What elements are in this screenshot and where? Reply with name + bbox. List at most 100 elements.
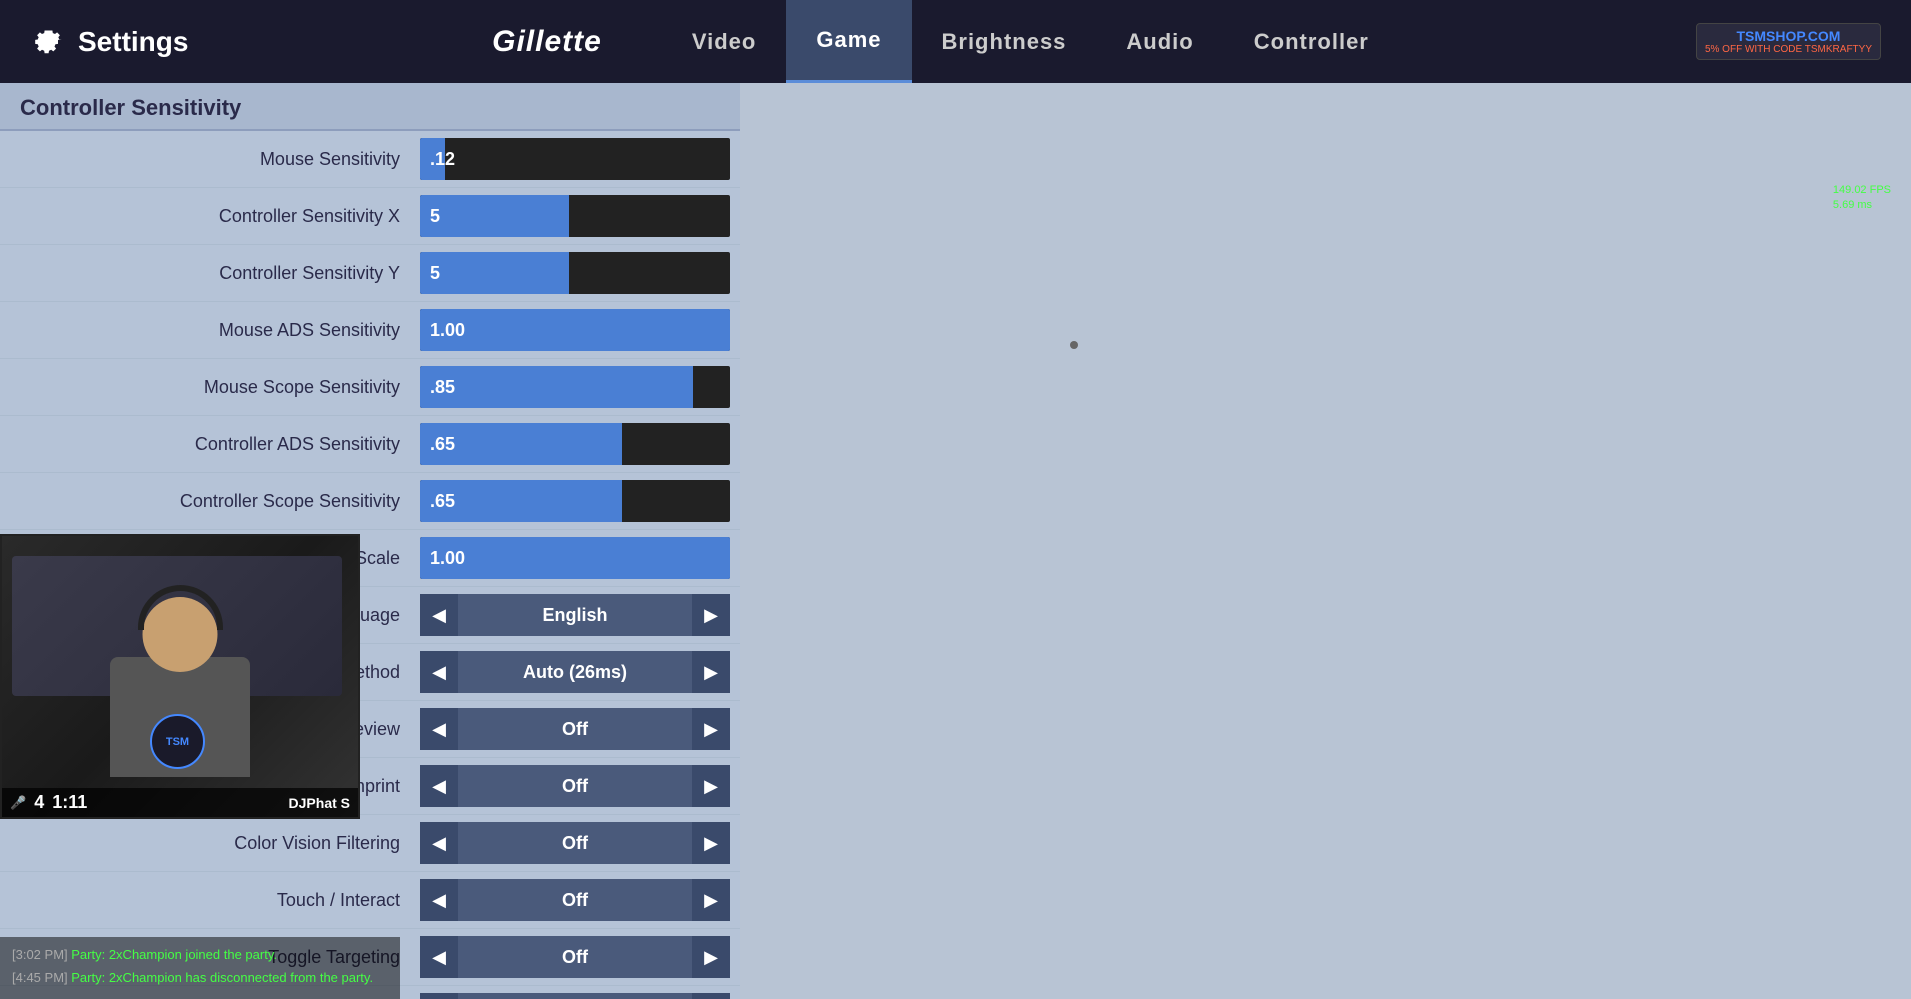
slider-container[interactable]: .65 (420, 423, 730, 465)
settings-row: Color Vision Filtering◀Off▶ (0, 815, 740, 872)
selector-container: ◀Off▶ (420, 765, 730, 807)
selector-next-button[interactable]: ▶ (692, 822, 730, 864)
webcam-info-bar: 🎤 4 1:11 DJPhat S (2, 788, 358, 817)
cursor-dot (1070, 341, 1078, 349)
webcam-timer: 1:11 (52, 792, 87, 813)
selector-prev-button[interactable]: ◀ (420, 879, 458, 921)
selector-prev-button[interactable]: ◀ (420, 594, 458, 636)
nav-game[interactable]: Game (786, 0, 911, 83)
slider-fill: .12 (420, 138, 445, 180)
selector-value: Off (458, 879, 692, 921)
selector-container: ◀Off▶ (420, 936, 730, 978)
selector-value: Off (458, 822, 692, 864)
selector-next-button[interactable]: ▶ (692, 765, 730, 807)
nav-audio[interactable]: Audio (1096, 0, 1223, 83)
chat-overlay: [3:02 PM] Party: 2xChampion joined the p… (0, 937, 400, 999)
selector-prev-button[interactable]: ◀ (420, 993, 458, 999)
settings-row-label: Controller ADS Sensitivity (10, 434, 420, 455)
main-nav: Gillette Video Game Brightness Audio Con… (230, 0, 1661, 83)
settings-row: Mouse ADS Sensitivity1.00 (0, 302, 740, 359)
selector-prev-button[interactable]: ◀ (420, 708, 458, 750)
selector-container: ◀On▶ (420, 993, 730, 999)
settings-row-label: Color Vision Filtering (10, 833, 420, 854)
selector-next-button[interactable]: ▶ (692, 879, 730, 921)
nav-controller[interactable]: Controller (1224, 0, 1399, 83)
chat-message-1: [3:02 PM] Party: 2xChampion joined the p… (12, 945, 388, 966)
slider-fill: .65 (420, 423, 622, 465)
squad-number: 4 (34, 792, 44, 813)
slider-container[interactable]: .85 (420, 366, 730, 408)
selector-next-button[interactable]: ▶ (692, 594, 730, 636)
slider-fill: 5 (420, 252, 569, 294)
settings-row-label: Controller Scope Sensitivity (10, 491, 420, 512)
settings-row-label: Mouse Sensitivity (10, 149, 420, 170)
selector-next-button[interactable]: ▶ (692, 651, 730, 693)
slider-container[interactable]: 5 (420, 252, 730, 294)
settings-row: Controller Sensitivity X5 (0, 188, 740, 245)
selector-container: ◀Off▶ (420, 708, 730, 750)
slider-container[interactable]: 1.00 (420, 309, 730, 351)
shop-code: 5% OFF WITH CODE TSMKRAFTYY (1705, 44, 1872, 55)
settings-row: Controller Scope Sensitivity.65 (0, 473, 740, 530)
slider-container[interactable]: 1.00 (420, 537, 730, 579)
shop-name: TSMSHOP.COM (1705, 28, 1872, 44)
settings-row-label: Mouse Scope Sensitivity (10, 377, 420, 398)
selector-next-button[interactable]: ▶ (692, 708, 730, 750)
selector-container: ◀English▶ (420, 594, 730, 636)
right-area: 149.02 FPS 5.69 ms (740, 83, 1911, 999)
slider-container[interactable]: 5 (420, 195, 730, 237)
selector-value: Off (458, 765, 692, 807)
slider-container[interactable]: .65 (420, 480, 730, 522)
settings-row: Mouse Scope Sensitivity.85 (0, 359, 740, 416)
selector-next-button[interactable]: ▶ (692, 936, 730, 978)
webcam-overlay: TSM 🎤 4 1:11 DJPhat S (0, 534, 360, 819)
fps-value: 149.02 FPS (1833, 183, 1891, 198)
settings-row: Touch / Interact◀Off▶ (0, 872, 740, 929)
chat-party-2: Party: 2xChampion has disconnected from … (71, 970, 373, 985)
selector-next-button[interactable]: ▶ (692, 993, 730, 999)
settings-row: Controller ADS Sensitivity.65 (0, 416, 740, 473)
nav-video[interactable]: Video (662, 0, 787, 83)
settings-row: Mouse Sensitivity.12 (0, 131, 740, 188)
chat-time-1: [3:02 PM] (12, 947, 68, 962)
chat-party-1: Party: 2xChampion joined the party. (71, 947, 277, 962)
slider-fill: 1.00 (420, 309, 730, 351)
slider-fill: 5 (420, 195, 569, 237)
selector-prev-button[interactable]: ◀ (420, 822, 458, 864)
chat-message-2: [4:45 PM] Party: 2xChampion has disconne… (12, 968, 388, 989)
chat-time-2: [4:45 PM] (12, 970, 68, 985)
selector-value: Off (458, 936, 692, 978)
selector-value: On (458, 993, 692, 999)
settings-row-label: Controller Sensitivity X (10, 206, 420, 227)
selector-value: English (458, 594, 692, 636)
fps-counter: 149.02 FPS 5.69 ms (1833, 183, 1891, 214)
selector-value: Off (458, 708, 692, 750)
header: Settings Gillette Video Game Brightness … (0, 0, 1911, 83)
selector-value: Auto (26ms) (458, 651, 692, 693)
webcam-head (143, 597, 218, 672)
selector-container: ◀Auto (26ms)▶ (420, 651, 730, 693)
slider-fill: .65 (420, 480, 622, 522)
section-header: Controller Sensitivity (0, 83, 740, 131)
gear-icon (30, 24, 66, 60)
selector-prev-button[interactable]: ◀ (420, 651, 458, 693)
header-right: TSMSHOP.COM 5% OFF WITH CODE TSMKRAFTYY (1661, 23, 1881, 60)
selector-container: ◀Off▶ (420, 879, 730, 921)
nav-brightness[interactable]: Brightness (912, 0, 1097, 83)
settings-title: Settings (30, 24, 230, 60)
settings-row-label: Touch / Interact (10, 890, 420, 911)
settings-label: Settings (78, 26, 188, 58)
selector-container: ◀Off▶ (420, 822, 730, 864)
webcam-name: DJPhat S (289, 795, 350, 811)
gillette-logo: Gillette (492, 25, 602, 59)
slider-container[interactable]: .12 (420, 138, 730, 180)
tsmshop-ad: TSMSHOP.COM 5% OFF WITH CODE TSMKRAFTYY (1696, 23, 1881, 60)
settings-row-label: Controller Sensitivity Y (10, 263, 420, 284)
settings-row-label: Mouse ADS Sensitivity (10, 320, 420, 341)
selector-prev-button[interactable]: ◀ (420, 765, 458, 807)
slider-fill: .85 (420, 366, 693, 408)
tsm-logo: TSM (150, 714, 205, 769)
slider-fill: 1.00 (420, 537, 730, 579)
fps-ms: 5.69 ms (1833, 198, 1891, 213)
selector-prev-button[interactable]: ◀ (420, 936, 458, 978)
